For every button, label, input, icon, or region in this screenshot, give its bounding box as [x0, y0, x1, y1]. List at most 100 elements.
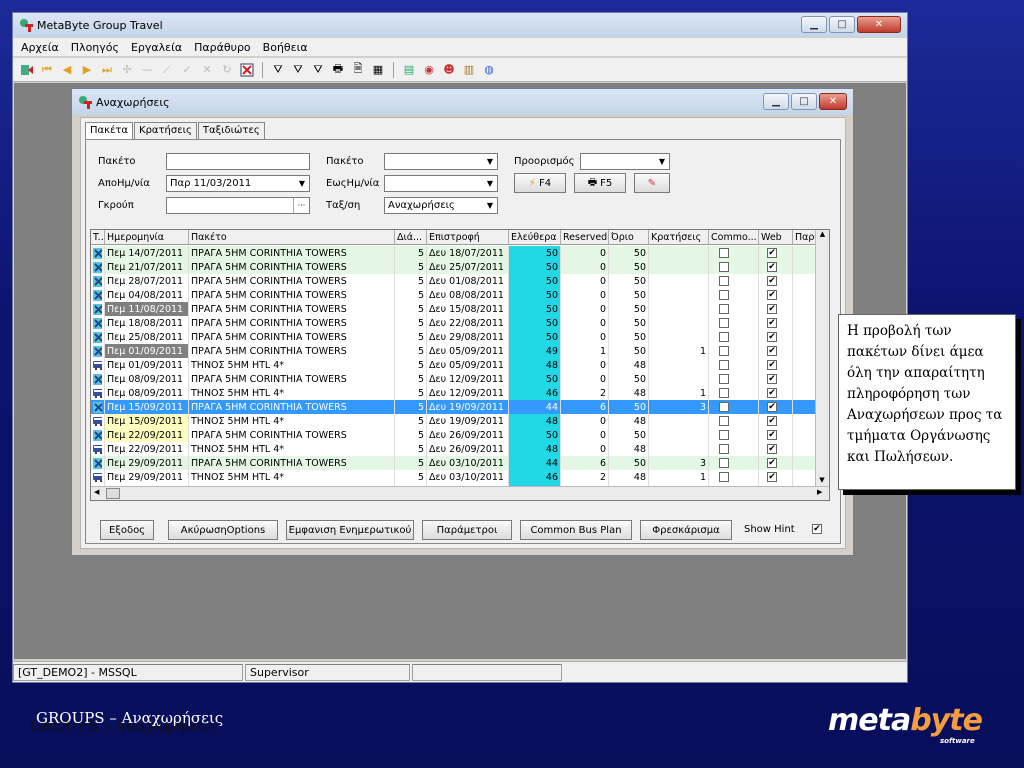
dialog-minimize-button[interactable]: ▁	[763, 93, 789, 110]
common-checkbox[interactable]	[719, 360, 729, 370]
print-icon[interactable]: 🖶	[330, 62, 346, 78]
scroll-right-icon[interactable]: ▶	[817, 488, 822, 496]
common-checkbox[interactable]	[719, 472, 729, 482]
preview-icon[interactable]: 🗎	[350, 62, 366, 78]
clear-filter-button[interactable]: ✎	[634, 173, 670, 193]
common-checkbox[interactable]	[719, 388, 729, 398]
table-row[interactable]: Πεμ 21/07/2011 ΠΡΑΓΑ 5ΗΜ CORINTHIA TOWERS…	[91, 260, 829, 274]
next-icon[interactable]: ▶	[79, 62, 95, 78]
web-checkbox[interactable]: ✔	[767, 444, 777, 454]
group-input[interactable]: ···	[166, 197, 310, 214]
package-select[interactable]: ▼	[384, 153, 498, 170]
filter-add-icon[interactable]: ⛛	[290, 62, 306, 78]
to-date-input[interactable]: ▼	[384, 175, 498, 192]
table-row[interactable]: Πεμ 08/09/2011 ΠΡΑΓΑ 5ΗΜ CORINTHIA TOWERS…	[91, 372, 829, 386]
table-row[interactable]: Πεμ 25/08/2011 ΠΡΑΓΑ 5ΗΜ CORINTHIA TOWERS…	[91, 330, 829, 344]
f4-button[interactable]: ⚡ F4	[514, 173, 566, 193]
insert-icon[interactable]: ✢	[119, 62, 135, 78]
table-row[interactable]: Πεμ 29/09/2011 ΠΡΑΓΑ 5ΗΜ CORINTHIA TOWERS…	[91, 456, 829, 470]
edit-icon[interactable]: ⟋	[159, 62, 175, 78]
cancel-icon[interactable]: ✕	[199, 62, 215, 78]
post-icon[interactable]: ✓	[179, 62, 195, 78]
web-checkbox[interactable]: ✔	[767, 304, 777, 314]
table-row[interactable]: Πεμ 14/07/2011 ΠΡΑΓΑ 5ΗΜ CORINTHIA TOWERS…	[91, 246, 829, 260]
web-checkbox[interactable]: ✔	[767, 318, 777, 328]
column-header[interactable]: T..	[91, 230, 105, 245]
web-checkbox[interactable]: ✔	[767, 430, 777, 440]
table-row[interactable]: Πεμ 15/09/2011 ΠΡΑΓΑ 5ΗΜ CORINTHIA TOWERS…	[91, 400, 829, 414]
folder-icon[interactable]: ◉	[421, 62, 437, 78]
web-checkbox[interactable]: ✔	[767, 388, 777, 398]
dialog-close-button[interactable]: ✕	[819, 93, 847, 110]
close-icon[interactable]	[239, 62, 255, 78]
report-icon[interactable]: ▤	[401, 62, 417, 78]
exit-icon[interactable]	[19, 62, 35, 78]
menu-help[interactable]: Βοήθεια	[263, 41, 308, 54]
column-header[interactable]: Reserved	[561, 230, 609, 245]
table-row[interactable]: Πεμ 04/08/2011 ΠΡΑΓΑ 5ΗΜ CORINTHIA TOWERS…	[91, 288, 829, 302]
menu-navigator[interactable]: Πλοηγός	[71, 41, 119, 54]
table-row[interactable]: Πεμ 22/09/2011 ΠΡΑΓΑ 5ΗΜ CORINTHIA TOWERS…	[91, 428, 829, 442]
tab-bookings[interactable]: Κρατήσεις	[134, 122, 197, 140]
menu-tools[interactable]: Εργαλεία	[131, 41, 182, 54]
list-icon[interactable]: ▥	[461, 62, 477, 78]
web-checkbox[interactable]: ✔	[767, 360, 777, 370]
web-checkbox[interactable]: ✔	[767, 458, 777, 468]
web-checkbox[interactable]: ✔	[767, 374, 777, 384]
table-row[interactable]: Πεμ 22/09/2011 ΤΗΝΟΣ 5ΗΜ HTL 4* 5 Δευ 26/09…	[91, 442, 829, 456]
column-header[interactable]: Ελεύθερα	[509, 230, 561, 245]
common-checkbox[interactable]	[719, 416, 729, 426]
parameters-button[interactable]: Παράμετροι	[422, 520, 512, 540]
column-header[interactable]: Κρατήσεις	[649, 230, 709, 245]
user-icon[interactable]: ☻	[441, 62, 457, 78]
table-row[interactable]: Πεμ 01/09/2011 ΤΗΝΟΣ 5ΗΜ HTL 4* 5 Δευ 05/09…	[91, 358, 829, 372]
scroll-left-icon[interactable]: ◀	[94, 488, 99, 496]
web-checkbox[interactable]: ✔	[767, 416, 777, 426]
f5-button[interactable]: 🖶 F5	[574, 173, 626, 193]
common-checkbox[interactable]	[719, 262, 729, 272]
refresh-button[interactable]: Φρεσκάρισμα	[640, 520, 732, 540]
column-header[interactable]: Ημερομηνία	[105, 230, 189, 245]
common-checkbox[interactable]	[719, 402, 729, 412]
table-row[interactable]: Πεμ 15/09/2011 ΤΗΝΟΣ 5ΗΜ HTL 4* 5 Δευ 19/09…	[91, 414, 829, 428]
filter-icon[interactable]: ⛛	[270, 62, 286, 78]
scroll-down-icon[interactable]: ▼	[816, 476, 828, 484]
delete-icon[interactable]: —	[139, 62, 155, 78]
common-checkbox[interactable]	[719, 248, 729, 258]
common-checkbox[interactable]	[719, 430, 729, 440]
column-header[interactable]: Επιστροφή	[427, 230, 509, 245]
common-checkbox[interactable]	[719, 444, 729, 454]
calculator-icon[interactable]: ▦	[370, 62, 386, 78]
common-checkbox[interactable]	[719, 304, 729, 314]
web-checkbox[interactable]: ✔	[767, 276, 777, 286]
common-checkbox[interactable]	[719, 318, 729, 328]
show-hint-checkbox[interactable]: ✔	[812, 524, 822, 534]
common-checkbox[interactable]	[719, 332, 729, 342]
first-icon[interactable]: ⏮	[39, 62, 55, 78]
table-row[interactable]: Πεμ 18/08/2011 ΠΡΑΓΑ 5ΗΜ CORINTHIA TOWERS…	[91, 316, 829, 330]
minimize-button[interactable]: ▁	[801, 16, 827, 33]
last-icon[interactable]: ⏭	[99, 62, 115, 78]
table-row[interactable]: Πεμ 28/07/2011 ΠΡΑΓΑ 5ΗΜ CORINTHIA TOWERS…	[91, 274, 829, 288]
web-checkbox[interactable]: ✔	[767, 402, 777, 412]
vertical-scrollbar[interactable]: ▲ ▼	[815, 230, 829, 487]
package-input[interactable]	[166, 153, 310, 170]
tab-packages[interactable]: Πακέτα	[85, 122, 134, 140]
web-checkbox[interactable]: ✔	[767, 346, 777, 356]
tab-travelers[interactable]: Ταξιδιώτες	[197, 122, 265, 140]
web-checkbox[interactable]: ✔	[767, 290, 777, 300]
common-checkbox[interactable]	[719, 276, 729, 286]
menu-file[interactable]: Αρχεία	[21, 41, 59, 54]
prev-icon[interactable]: ◀	[59, 62, 75, 78]
globe-icon[interactable]: ◍	[481, 62, 497, 78]
filter-clear-icon[interactable]: ⛛	[310, 62, 326, 78]
column-header[interactable]: Commo...	[709, 230, 759, 245]
scroll-thumb[interactable]	[106, 488, 120, 499]
sort-select[interactable]: Αναχωρήσεις ▼	[384, 197, 498, 214]
table-row[interactable]: Πεμ 08/09/2011 ΤΗΝΟΣ 5ΗΜ HTL 4* 5 Δευ 12/09…	[91, 386, 829, 400]
table-row[interactable]: Πεμ 11/08/2011 ΠΡΑΓΑ 5ΗΜ CORINTHIA TOWERS…	[91, 302, 829, 316]
column-header[interactable]: Όριο	[609, 230, 649, 245]
from-date-input[interactable]: Παρ 11/03/2011 ▼	[166, 175, 310, 192]
common-checkbox[interactable]	[719, 290, 729, 300]
column-header[interactable]: Διά...	[395, 230, 427, 245]
